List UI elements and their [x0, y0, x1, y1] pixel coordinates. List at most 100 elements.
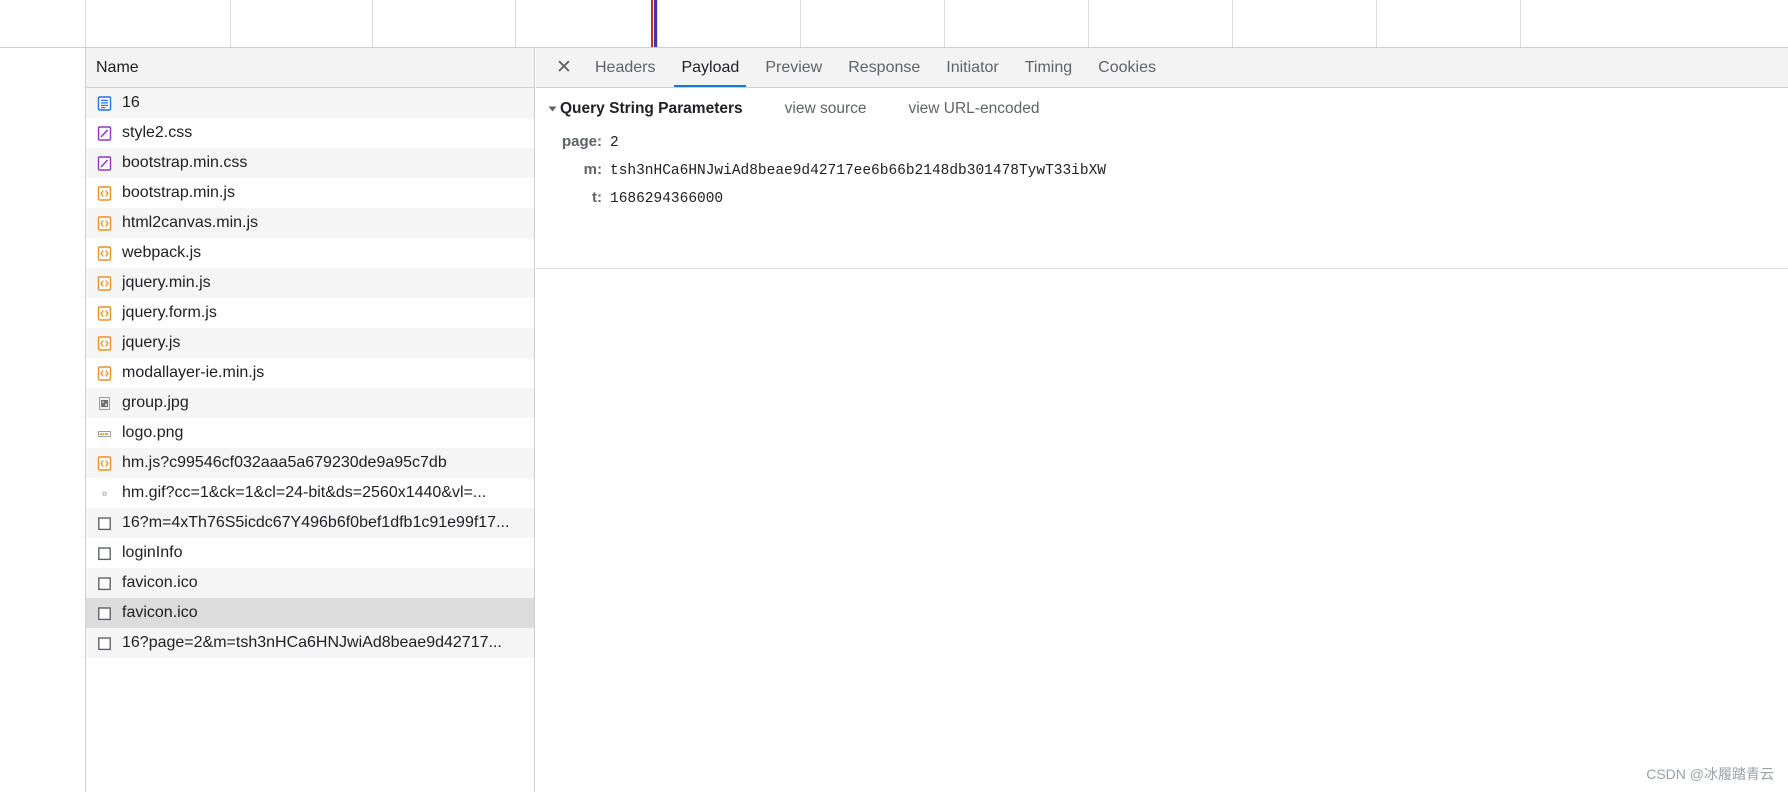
query-parameter-row: t: 1686294366000 — [550, 184, 1788, 212]
close-icon[interactable]: ✕ — [546, 48, 582, 87]
request-name: jquery.min.js — [122, 274, 211, 291]
query-parameter-value[interactable]: 2 — [610, 135, 619, 151]
query-parameter-value[interactable]: 1686294366000 — [610, 191, 723, 207]
overview-gridline-6 — [944, 0, 945, 47]
query-parameter-key: t: — [592, 189, 602, 206]
request-name: jquery.js — [122, 334, 181, 351]
overview-gridline-2 — [372, 0, 373, 47]
tab-timing[interactable]: Timing — [1012, 48, 1085, 87]
request-row[interactable]: 16?page=2&m=tsh3nHCa6HNJwiAd8beae9d42717… — [86, 628, 534, 658]
generic-icon — [96, 575, 112, 591]
overview-gridline-4 — [657, 0, 658, 47]
request-row[interactable]: bootstrap.min.css — [86, 148, 534, 178]
script-icon — [96, 275, 112, 291]
request-row[interactable]: jquery.form.js — [86, 298, 534, 328]
dot-icon — [96, 485, 112, 501]
requests-list-panel: Name 16 style2.css bootstrap.min.css bootst… — [85, 48, 535, 792]
requests-column-header[interactable]: Name — [86, 48, 534, 88]
request-name: jquery.form.js — [122, 304, 217, 321]
details-tabbar: ✕ Headers Payload Preview Response Initiator… — [536, 48, 1788, 88]
image-wide-icon — [96, 425, 112, 441]
request-name: favicon.ico — [122, 574, 198, 591]
request-row[interactable]: favicon.ico — [86, 568, 534, 598]
image-icon — [96, 395, 112, 411]
overview-gridline-9 — [1376, 0, 1377, 47]
details-tabs: Headers Payload Preview Response Initiator Ti… — [582, 48, 1169, 87]
request-name: bootstrap.min.css — [122, 154, 248, 171]
query-parameter-key: page: — [561, 133, 602, 150]
network-overview-timeline[interactable] — [0, 0, 1788, 48]
overview-gridline-5 — [800, 0, 801, 47]
query-parameter-row: m: tsh3nHCa6HNJwiAd8beae9d42717ee6b66b214… — [550, 156, 1788, 184]
request-name: hm.gif?cc=1&ck=1&cl=24-bit&ds=2560x1440&… — [122, 484, 487, 501]
request-name: 16?page=2&m=tsh3nHCa6HNJwiAd8beae9d42717… — [122, 634, 502, 651]
view-url-encoded-link[interactable]: view URL-encoded — [908, 100, 1039, 118]
load-event-marker — [654, 0, 657, 47]
request-row[interactable]: jquery.js — [86, 328, 534, 358]
tab-cookies[interactable]: Cookies — [1085, 48, 1169, 87]
request-row[interactable]: 16?m=4xTh76S5icdc67Y496b6f0bef1dfb1c91e9… — [86, 508, 534, 538]
generic-icon — [96, 545, 112, 561]
chevron-down-icon[interactable] — [548, 106, 557, 112]
stylesheet-icon — [96, 125, 112, 141]
script-icon — [96, 365, 112, 381]
request-row[interactable]: style2.css — [86, 118, 534, 148]
tab-payload[interactable]: Payload — [668, 48, 752, 87]
request-name: style2.css — [122, 124, 193, 141]
payload-tab-content: Query String Parameters view source view… — [536, 88, 1788, 792]
request-name: loginInfo — [122, 544, 183, 561]
document-icon — [96, 95, 112, 111]
request-name: html2canvas.min.js — [122, 214, 259, 231]
request-row[interactable]: hm.js?c99546cf032aaa5a679230de9a95c7db — [86, 448, 534, 478]
request-row[interactable]: 16 — [86, 88, 534, 118]
script-icon — [96, 215, 112, 231]
request-name: favicon.ico — [122, 604, 198, 621]
request-name: group.jpg — [122, 394, 189, 411]
request-row[interactable]: hm.gif?cc=1&ck=1&cl=24-bit&ds=2560x1440&… — [86, 478, 534, 508]
watermark: CSDN @冰履踏青云 — [1646, 766, 1774, 782]
tab-response[interactable]: Response — [835, 48, 933, 87]
request-name: webpack.js — [122, 244, 202, 261]
requests-list[interactable]: 16 style2.css bootstrap.min.css bootstrap.m… — [86, 88, 534, 658]
script-icon — [96, 335, 112, 351]
section-title: Query String Parameters — [560, 100, 743, 117]
tab-preview[interactable]: Preview — [752, 48, 835, 87]
request-row[interactable]: webpack.js — [86, 238, 534, 268]
column-header-name: Name — [96, 58, 139, 76]
request-name: bootstrap.min.js — [122, 184, 235, 201]
request-row[interactable]: favicon.ico — [86, 598, 534, 628]
request-row[interactable]: logo.png — [86, 418, 534, 448]
request-row[interactable]: group.jpg — [86, 388, 534, 418]
request-name: modallayer-ie.min.js — [122, 364, 265, 381]
request-row[interactable]: jquery.min.js — [86, 268, 534, 298]
request-row[interactable]: loginInfo — [86, 538, 534, 568]
generic-icon — [96, 515, 112, 531]
overview-gridline-7 — [1088, 0, 1089, 47]
tab-initiator[interactable]: Initiator — [933, 48, 1011, 87]
script-icon — [96, 245, 112, 261]
script-icon — [96, 455, 112, 471]
generic-icon — [96, 605, 112, 621]
request-name: 16?m=4xTh76S5icdc67Y496b6f0bef1dfb1c91e9… — [122, 514, 510, 531]
devtools-network-panel: Name 16 style2.css bootstrap.min.css bootst… — [0, 0, 1788, 792]
query-parameter-value[interactable]: tsh3nHCa6HNJwiAd8beae9d42717ee6b66b2148d… — [610, 163, 1106, 179]
tab-headers[interactable]: Headers — [582, 48, 668, 87]
request-row[interactable]: bootstrap.min.js — [86, 178, 534, 208]
request-name: logo.png — [122, 424, 184, 441]
stylesheet-icon — [96, 155, 112, 171]
view-source-link[interactable]: view source — [785, 100, 867, 118]
request-name: hm.js?c99546cf032aaa5a679230de9a95c7db — [122, 454, 447, 471]
request-row[interactable]: modallayer-ie.min.js — [86, 358, 534, 388]
dom-content-loaded-marker — [651, 0, 653, 47]
script-icon — [96, 305, 112, 321]
request-details-panel: ✕ Headers Payload Preview Response Initiator… — [536, 48, 1788, 792]
overview-gridline-3 — [515, 0, 516, 47]
query-string-parameters-section-header[interactable]: Query String Parameters view source view… — [536, 88, 1788, 126]
payload-divider — [536, 268, 1788, 269]
overview-gridline-8 — [1232, 0, 1233, 47]
request-name: 16 — [122, 94, 140, 111]
script-icon — [96, 185, 112, 201]
overview-gridline-1 — [230, 0, 231, 47]
request-row[interactable]: html2canvas.min.js — [86, 208, 534, 238]
query-parameter-row: page: 2 — [550, 128, 1788, 156]
